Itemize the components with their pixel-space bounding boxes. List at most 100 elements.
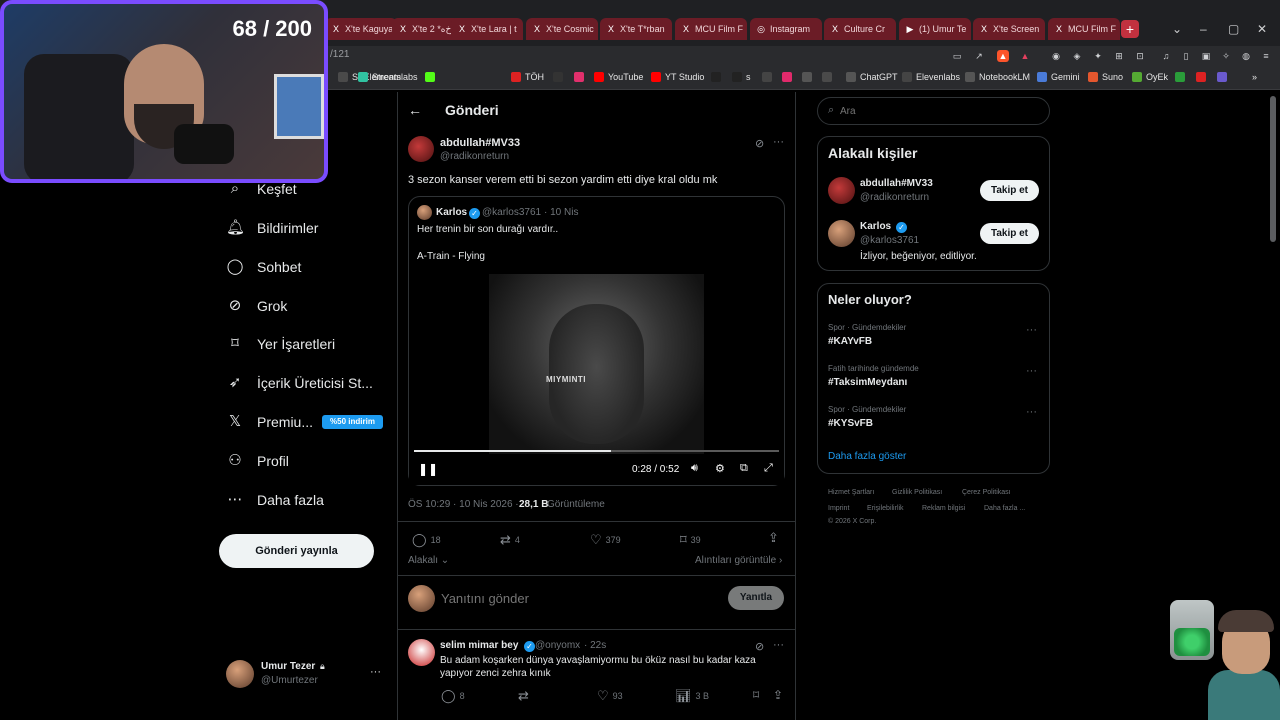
bookmark-item[interactable]: TÖH (511, 72, 544, 82)
nav-item-bookmarks[interactable]: ⌑ Yer İşaretleri (226, 333, 335, 355)
more-options-icon[interactable]: ··· (773, 639, 784, 651)
share-icon[interactable]: ⇪ (773, 688, 783, 702)
trend-tag[interactable]: #KAYvFB (828, 336, 872, 347)
vpn-icon[interactable]: ◍ (1240, 50, 1252, 62)
bookmark-item[interactable]: OyEk (1132, 72, 1168, 82)
footer-ads[interactable]: Reklam bilgisi (922, 505, 965, 512)
close-window-icon[interactable]: ✕ (1257, 22, 1267, 36)
footer-privacy[interactable]: Gizlilik Politikası (892, 489, 942, 496)
reply-author-handle[interactable]: @onyomx (535, 640, 580, 651)
author-handle[interactable]: @radikonreturn (440, 151, 509, 162)
bookmark-item[interactable] (1196, 72, 1210, 82)
tab-search-icon[interactable]: ⌄ (1172, 22, 1182, 36)
url-text[interactable]: /121 (330, 49, 349, 60)
browser-tab[interactable]: X Culture Cr (824, 18, 896, 40)
bookmark-item[interactable]: Suno (1088, 72, 1123, 82)
bookmark-item[interactable] (425, 72, 439, 82)
person-avatar[interactable] (828, 220, 855, 247)
bookmark-item[interactable] (782, 72, 796, 82)
person-handle[interactable]: @karlos3761 (860, 235, 919, 246)
browser-tab[interactable]: X X'te Screen (973, 18, 1045, 40)
nav-item-chat[interactable]: ◯ Sohbet (226, 256, 302, 278)
person-name[interactable]: abdullah#MV33 (860, 178, 933, 189)
bookmark-item[interactable] (802, 72, 816, 82)
search-input[interactable] (840, 104, 1040, 118)
person-handle[interactable]: @radikonreturn (860, 192, 929, 203)
sidebar-icon[interactable]: ▯ (1180, 50, 1192, 62)
related-sort[interactable]: Alakalı ⌄ (408, 555, 449, 566)
nav-item-notifications[interactable]: 🔔︎ Bildirimler (226, 217, 318, 239)
share-icon[interactable]: ⇪ (768, 530, 779, 546)
browser-tab[interactable]: X X'te T*rban (600, 18, 672, 40)
reply-action[interactable]: ◯ 8 (441, 688, 465, 704)
music-icon[interactable]: ♫ (1160, 50, 1172, 62)
bookmark-item[interactable]: Streamlabs (358, 72, 418, 82)
leo-icon[interactable]: ✧ (1220, 50, 1232, 62)
bookmark-item[interactable]: Elevenlabs (902, 72, 960, 82)
follow-button[interactable]: Takip et (980, 180, 1039, 201)
nav-item-premium[interactable]: 𝕏 Premiu... (226, 411, 313, 433)
extension-icon[interactable]: ⊞ (1113, 50, 1125, 62)
post-button[interactable]: Gönderi yayınla (219, 534, 374, 568)
footer-imprint[interactable]: Imprint (828, 505, 849, 512)
browser-tab[interactable]: X X'te Cosmic (526, 18, 598, 40)
trend-more-icon[interactable]: ··· (1026, 365, 1037, 377)
bookmark-item[interactable]: YT Studio (651, 72, 704, 82)
reply-author-name[interactable]: selim mimar bey (440, 640, 518, 651)
extension-icon[interactable]: ✦ (1092, 50, 1104, 62)
premium-discount-badge[interactable]: %50 indirim (322, 415, 383, 429)
more-options-icon[interactable]: ··· (773, 136, 784, 148)
repost-action[interactable]: ⇄ (518, 688, 533, 704)
bookmark-action[interactable]: ⌑ 39 (680, 532, 701, 548)
brave-shield-icon[interactable]: ▲ (997, 50, 1009, 62)
brave-rewards-icon[interactable]: ▲ (1019, 50, 1031, 62)
footer-cookies[interactable]: Çerez Politikası (962, 489, 1011, 496)
author-avatar[interactable] (408, 136, 434, 162)
reply-action[interactable]: ◯ 18 (412, 532, 441, 548)
browser-tab[interactable]: X MCU Film F (675, 18, 747, 40)
bookmark-item[interactable] (711, 72, 725, 82)
trend-more-icon[interactable]: ··· (1026, 324, 1037, 336)
nav-item-profile[interactable]: ⚇ Profil (226, 450, 289, 472)
repost-action[interactable]: ⇄ 4 (500, 532, 520, 548)
cast-icon[interactable]: ▭ (951, 50, 963, 62)
views-action[interactable]: 📊︎ 3 B (675, 688, 709, 704)
reply-button[interactable]: Yanıtla (728, 586, 784, 610)
person-name[interactable]: Karlos (860, 221, 891, 232)
search-box[interactable]: ⌕ (817, 97, 1050, 125)
like-action[interactable]: ♡ 93 (597, 688, 623, 704)
bookmark-item[interactable] (822, 72, 836, 82)
nav-item-more[interactable]: ⋯ Daha fazla (226, 489, 324, 511)
bookmark-item[interactable] (553, 72, 567, 82)
bookmark-item[interactable] (762, 72, 776, 82)
pause-icon[interactable]: ❚❚ (418, 462, 438, 476)
author-name[interactable]: abdullah#MV33 (440, 137, 520, 149)
trend-tag[interactable]: #KYSvFB (828, 418, 873, 429)
show-more-link[interactable]: Daha fazla göster (828, 451, 906, 462)
bookmark-item[interactable] (1175, 72, 1189, 82)
grok-icon[interactable]: ⊘ (755, 640, 764, 653)
bookmark-item[interactable]: Gemini (1037, 72, 1080, 82)
extension-icon[interactable]: ◉ (1050, 50, 1062, 62)
nav-item-explore[interactable]: ⌕ Keşfet (226, 178, 297, 200)
wallet-icon[interactable]: ▣ (1200, 50, 1212, 62)
volume-icon[interactable]: 🔊︎ (691, 462, 698, 475)
reply-input[interactable] (441, 588, 711, 608)
trend-tag[interactable]: #TaksimMeydanı (828, 377, 907, 388)
video-progress-bar[interactable] (414, 450, 779, 452)
footer-more[interactable]: Daha fazla ... (984, 505, 1025, 512)
bookmark-item[interactable]: NotebookLM (965, 72, 1030, 82)
account-switcher[interactable]: Umur Tezer 🔒︎ @Umurtezer ··· (226, 658, 386, 690)
bookmark-item[interactable]: YouTube (594, 72, 643, 82)
more-bookmarks-icon[interactable]: » (1252, 72, 1257, 82)
minimize-icon[interactable]: – (1200, 22, 1207, 36)
trend-more-icon[interactable]: ··· (1026, 406, 1037, 418)
browser-tab[interactable]: X MCU Film F (1048, 18, 1120, 40)
browser-tab[interactable]: ◎ Instagram (750, 18, 822, 40)
settings-icon[interactable]: ⚙ (715, 462, 725, 475)
footer-terms[interactable]: Hizmet Şartları (828, 489, 874, 496)
bookmark-item[interactable]: ChatGPT (846, 72, 898, 82)
video-player[interactable]: MIYMINTI ❚❚ 0:28 / 0:52 🔊︎ ⚙ ⧉ ⤢ (409, 274, 784, 485)
browser-tab[interactable]: X X'te Lara | t (451, 18, 523, 40)
follow-button[interactable]: Takip et (980, 223, 1039, 244)
